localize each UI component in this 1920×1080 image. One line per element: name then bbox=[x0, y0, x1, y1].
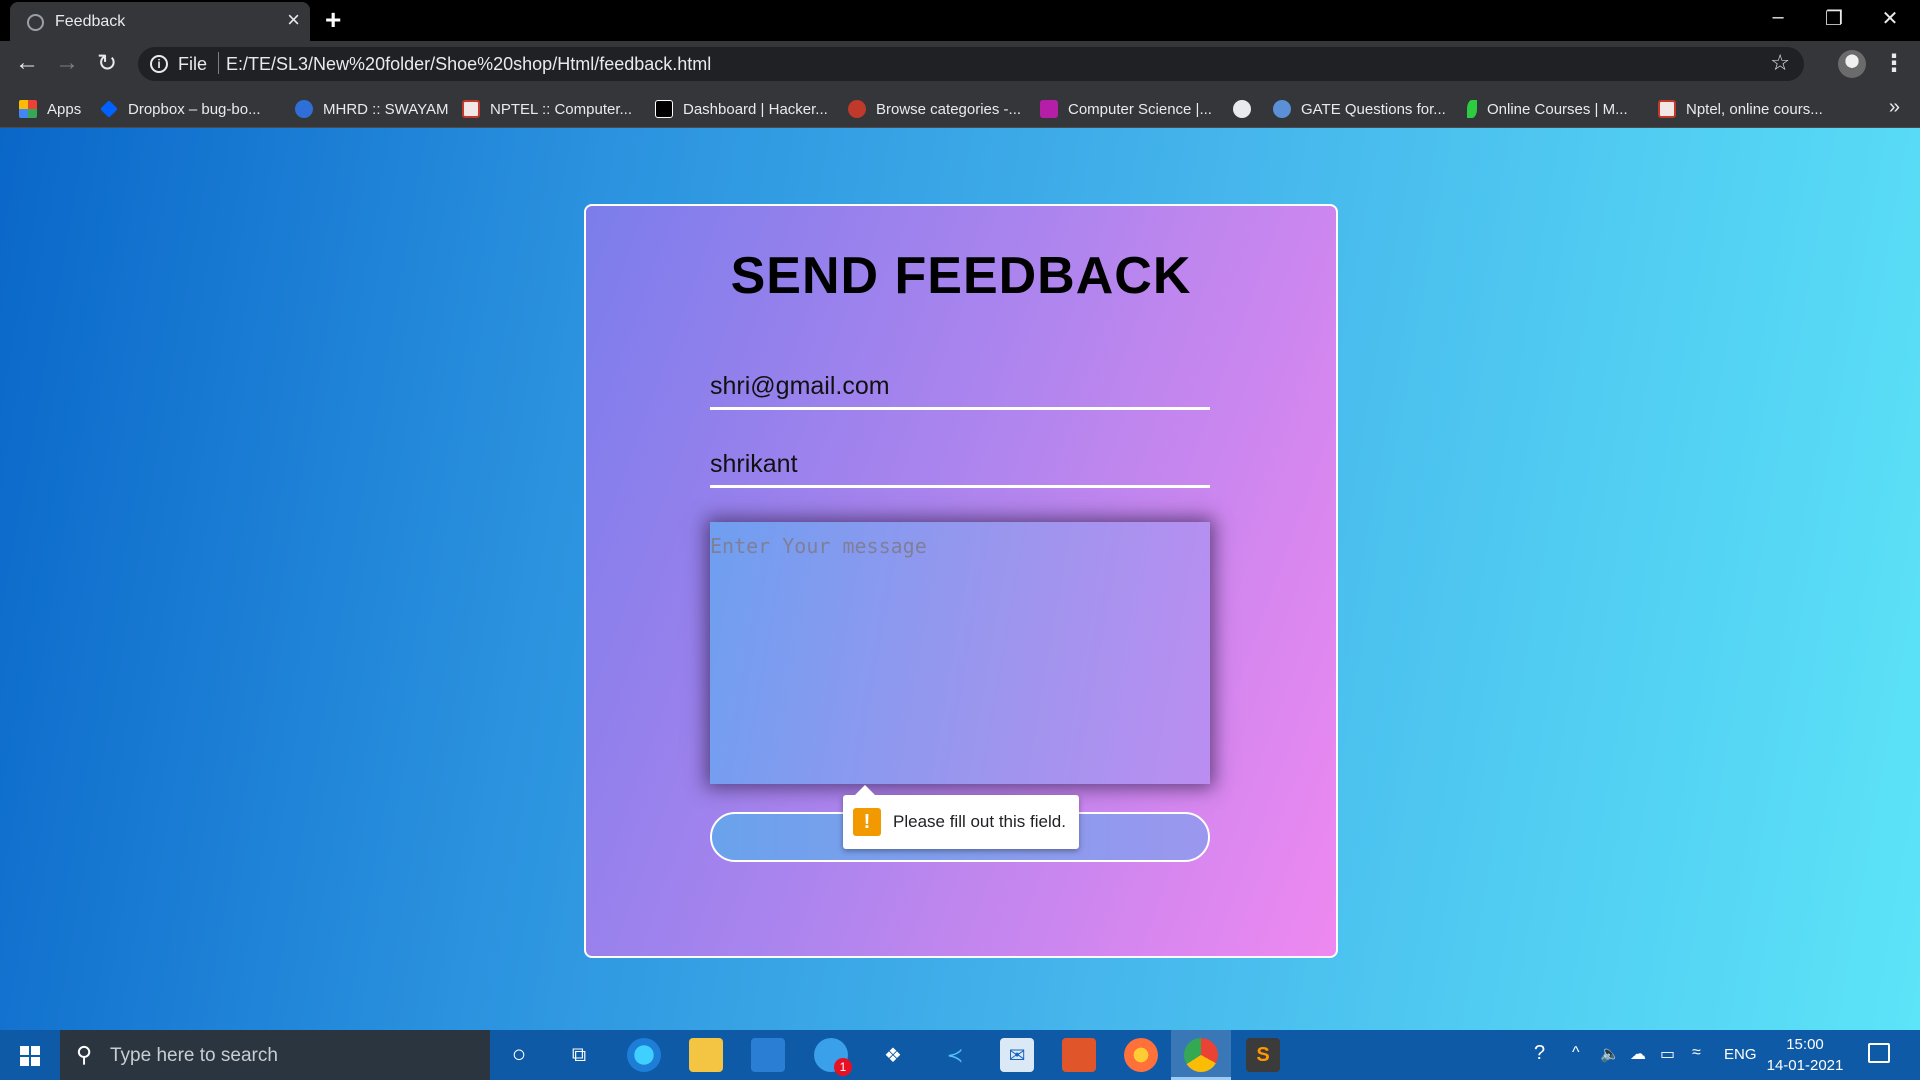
bookmark-computer-science[interactable]: Computer Science |... bbox=[1040, 98, 1212, 120]
reload-icon[interactable]: ↻ bbox=[92, 49, 122, 78]
browser-tab[interactable]: Feedback × bbox=[10, 2, 310, 41]
more-bookmarks-icon[interactable]: » bbox=[1889, 96, 1900, 119]
cortana-icon[interactable]: ○ bbox=[502, 1038, 536, 1072]
mail-badge: 1 bbox=[834, 1058, 852, 1076]
close-window-icon[interactable]: ✕ bbox=[1870, 6, 1910, 31]
gate-icon bbox=[1273, 100, 1291, 118]
chevron-up-icon[interactable]: ^ bbox=[1572, 1044, 1580, 1062]
taskbar: ⚲ Type here to search ○ ⧉ 1 ❖ ≺ ✉ S ? ^ … bbox=[0, 1030, 1920, 1080]
restore-icon[interactable]: ❐ bbox=[1814, 6, 1854, 31]
clock-date: 14-01-2021 bbox=[1766, 1057, 1844, 1074]
bookmark-label: GATE Questions for... bbox=[1301, 100, 1446, 118]
kebab-menu-icon[interactable]: ⋮ bbox=[1882, 49, 1906, 78]
nptel-icon bbox=[462, 100, 480, 118]
tab-title: Feedback bbox=[55, 13, 126, 30]
browser-toolbar: ← → ↻ i File E:/TE/SL3/New%20folder/Shoe… bbox=[0, 41, 1920, 88]
bookmark-globe[interactable] bbox=[1233, 98, 1261, 120]
bookmark-label: Dashboard | Hacker... bbox=[683, 100, 828, 118]
bookmark-label: Nptel, online cours... bbox=[1686, 100, 1823, 118]
windows-logo-icon bbox=[20, 1046, 40, 1066]
new-tab-icon[interactable]: + bbox=[325, 5, 341, 35]
swayam-icon bbox=[295, 100, 313, 118]
profile-avatar[interactable] bbox=[1838, 50, 1866, 78]
browse-icon bbox=[848, 100, 866, 118]
globe-icon bbox=[1233, 100, 1251, 118]
clock-time: 15:00 bbox=[1786, 1036, 1824, 1053]
url-scheme-label: File bbox=[178, 54, 208, 74]
nptel-icon bbox=[1658, 100, 1676, 118]
bookmark-label: Online Courses | M... bbox=[1487, 100, 1628, 118]
forward-icon[interactable]: → bbox=[52, 49, 82, 77]
globe-icon bbox=[27, 14, 44, 31]
page-background: SEND FEEDBACK ! Please fill out this fie… bbox=[0, 128, 1920, 1030]
bookmark-browse-categories[interactable]: Browse categories -... bbox=[848, 98, 1021, 120]
apps-grid-icon bbox=[19, 100, 37, 118]
leaf-icon bbox=[1467, 100, 1477, 118]
page-title: SEND FEEDBACK bbox=[730, 247, 1192, 305]
bookmark-label: Dropbox – bug-bo... bbox=[128, 100, 261, 118]
notifications-icon[interactable] bbox=[1868, 1043, 1890, 1063]
edge-icon[interactable] bbox=[627, 1038, 661, 1072]
email-icon[interactable]: ✉ bbox=[1000, 1038, 1034, 1072]
warning-icon: ! bbox=[853, 808, 881, 836]
bookmark-label: MHRD :: SWAYAM bbox=[323, 100, 449, 118]
back-icon[interactable]: ← bbox=[12, 49, 42, 77]
start-button[interactable] bbox=[0, 1030, 60, 1080]
bookmark-online-courses[interactable]: Online Courses | M... bbox=[1467, 98, 1628, 120]
close-tab-icon[interactable]: × bbox=[287, 9, 300, 31]
url-text[interactable]: E:/TE/SL3/New%20folder/Shoe%20shop/Html/… bbox=[226, 54, 711, 75]
dropbox-icon bbox=[100, 100, 118, 118]
battery-icon[interactable]: ▭ bbox=[1660, 1044, 1675, 1064]
bookmark-nptel-online[interactable]: Nptel, online cours... bbox=[1658, 98, 1823, 120]
bookmark-swayam[interactable]: MHRD :: SWAYAM bbox=[295, 98, 449, 120]
message-textarea[interactable] bbox=[710, 522, 1210, 784]
onedrive-icon[interactable]: ☁ bbox=[1630, 1044, 1646, 1064]
url-separator bbox=[218, 52, 219, 74]
validation-tooltip: ! Please fill out this field. bbox=[843, 785, 1079, 849]
store-icon[interactable] bbox=[751, 1038, 785, 1072]
file-explorer-icon[interactable] bbox=[689, 1038, 723, 1072]
feedback-card: SEND FEEDBACK ! Please fill out this fie… bbox=[584, 204, 1338, 958]
help-icon[interactable]: ? bbox=[1534, 1042, 1545, 1065]
vscode-icon[interactable]: ≺ bbox=[938, 1038, 972, 1072]
minimize-icon[interactable]: – bbox=[1758, 6, 1798, 29]
address-bar[interactable]: i File E:/TE/SL3/New%20folder/Shoe%20sho… bbox=[138, 47, 1804, 81]
mail-app-icon[interactable]: 1 bbox=[814, 1038, 852, 1076]
email-field[interactable] bbox=[710, 366, 1210, 410]
search-icon: ⚲ bbox=[76, 1042, 93, 1067]
chrome-icon[interactable] bbox=[1184, 1038, 1218, 1072]
bookmark-label: NPTEL :: Computer... bbox=[490, 100, 632, 118]
volume-icon[interactable]: 🔈 bbox=[1600, 1044, 1620, 1064]
info-icon[interactable]: i bbox=[150, 55, 168, 73]
taskbar-search[interactable]: ⚲ Type here to search bbox=[60, 1030, 490, 1080]
dropbox-icon[interactable]: ❖ bbox=[876, 1038, 910, 1072]
hackerrank-icon bbox=[655, 100, 673, 118]
bookmark-gate-questions[interactable]: GATE Questions for... bbox=[1273, 98, 1446, 120]
sublime-text-icon[interactable]: S bbox=[1246, 1038, 1280, 1072]
language-indicator[interactable]: ENG bbox=[1724, 1046, 1757, 1063]
bookmark-apps[interactable]: Apps bbox=[19, 98, 81, 120]
clock[interactable]: 15:00 14-01-2021 bbox=[1762, 1034, 1848, 1076]
name-field[interactable] bbox=[710, 444, 1210, 488]
bookmark-star-icon[interactable]: ☆ bbox=[1770, 50, 1790, 76]
search-placeholder: Type here to search bbox=[110, 1045, 278, 1066]
validation-message: Please fill out this field. bbox=[893, 812, 1066, 831]
bookmark-label: Computer Science |... bbox=[1068, 100, 1212, 118]
tab-strip: Feedback × + – ❐ ✕ bbox=[0, 0, 1920, 41]
bookmarks-bar: Apps Dropbox – bug-bo... MHRD :: SWAYAM … bbox=[0, 88, 1920, 128]
bookmark-nptel-computer[interactable]: NPTEL :: Computer... bbox=[462, 98, 632, 120]
firefox-icon[interactable] bbox=[1124, 1038, 1158, 1072]
office-icon[interactable] bbox=[1062, 1038, 1096, 1072]
wifi-icon[interactable]: ≈ bbox=[1692, 1044, 1701, 1062]
bookmark-dropbox[interactable]: Dropbox – bug-bo... bbox=[100, 98, 261, 120]
bookmark-label: Apps bbox=[47, 100, 82, 118]
bookmark-label: Browse categories -... bbox=[876, 100, 1022, 118]
bookmark-hackerrank[interactable]: Dashboard | Hacker... bbox=[655, 98, 828, 120]
task-view-icon[interactable]: ⧉ bbox=[562, 1038, 596, 1072]
cs-icon bbox=[1040, 100, 1058, 118]
